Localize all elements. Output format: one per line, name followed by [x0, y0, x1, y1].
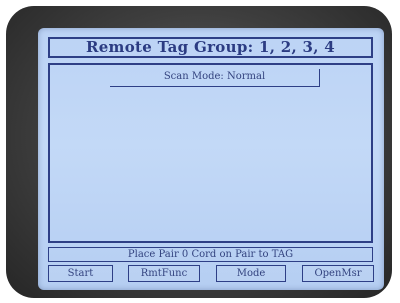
main-panel: Scan Mode: Normal	[48, 63, 373, 243]
mode-softkey-label: Mode	[236, 268, 266, 279]
scan-mode-text: Scan Mode: Normal	[163, 71, 266, 82]
openmsr-softkey-label: OpenMsr	[314, 268, 362, 279]
softkey-bar: Start RmtFunc Mode OpenMsr	[48, 265, 376, 282]
screen-title: Remote Tag Group: 1, 2, 3, 4	[48, 37, 373, 58]
screen-title-text: Remote Tag Group: 1, 2, 3, 4	[85, 38, 336, 56]
device-bezel: Remote Tag Group: 1, 2, 3, 4 Scan Mode: …	[6, 6, 392, 298]
status-message: Place Pair 0 Cord on Pair to TAG	[48, 247, 373, 262]
scan-mode-label: Scan Mode: Normal	[110, 69, 320, 87]
rmtfunc-softkey-label: RmtFunc	[140, 268, 188, 279]
start-softkey[interactable]: Start	[48, 265, 113, 282]
mode-softkey[interactable]: Mode	[216, 265, 286, 282]
rmtfunc-softkey[interactable]: RmtFunc	[128, 265, 200, 282]
status-message-text: Place Pair 0 Cord on Pair to TAG	[127, 249, 294, 260]
start-softkey-label: Start	[67, 268, 94, 279]
lcd-screen: Remote Tag Group: 1, 2, 3, 4 Scan Mode: …	[38, 28, 384, 290]
openmsr-softkey[interactable]: OpenMsr	[302, 265, 374, 282]
